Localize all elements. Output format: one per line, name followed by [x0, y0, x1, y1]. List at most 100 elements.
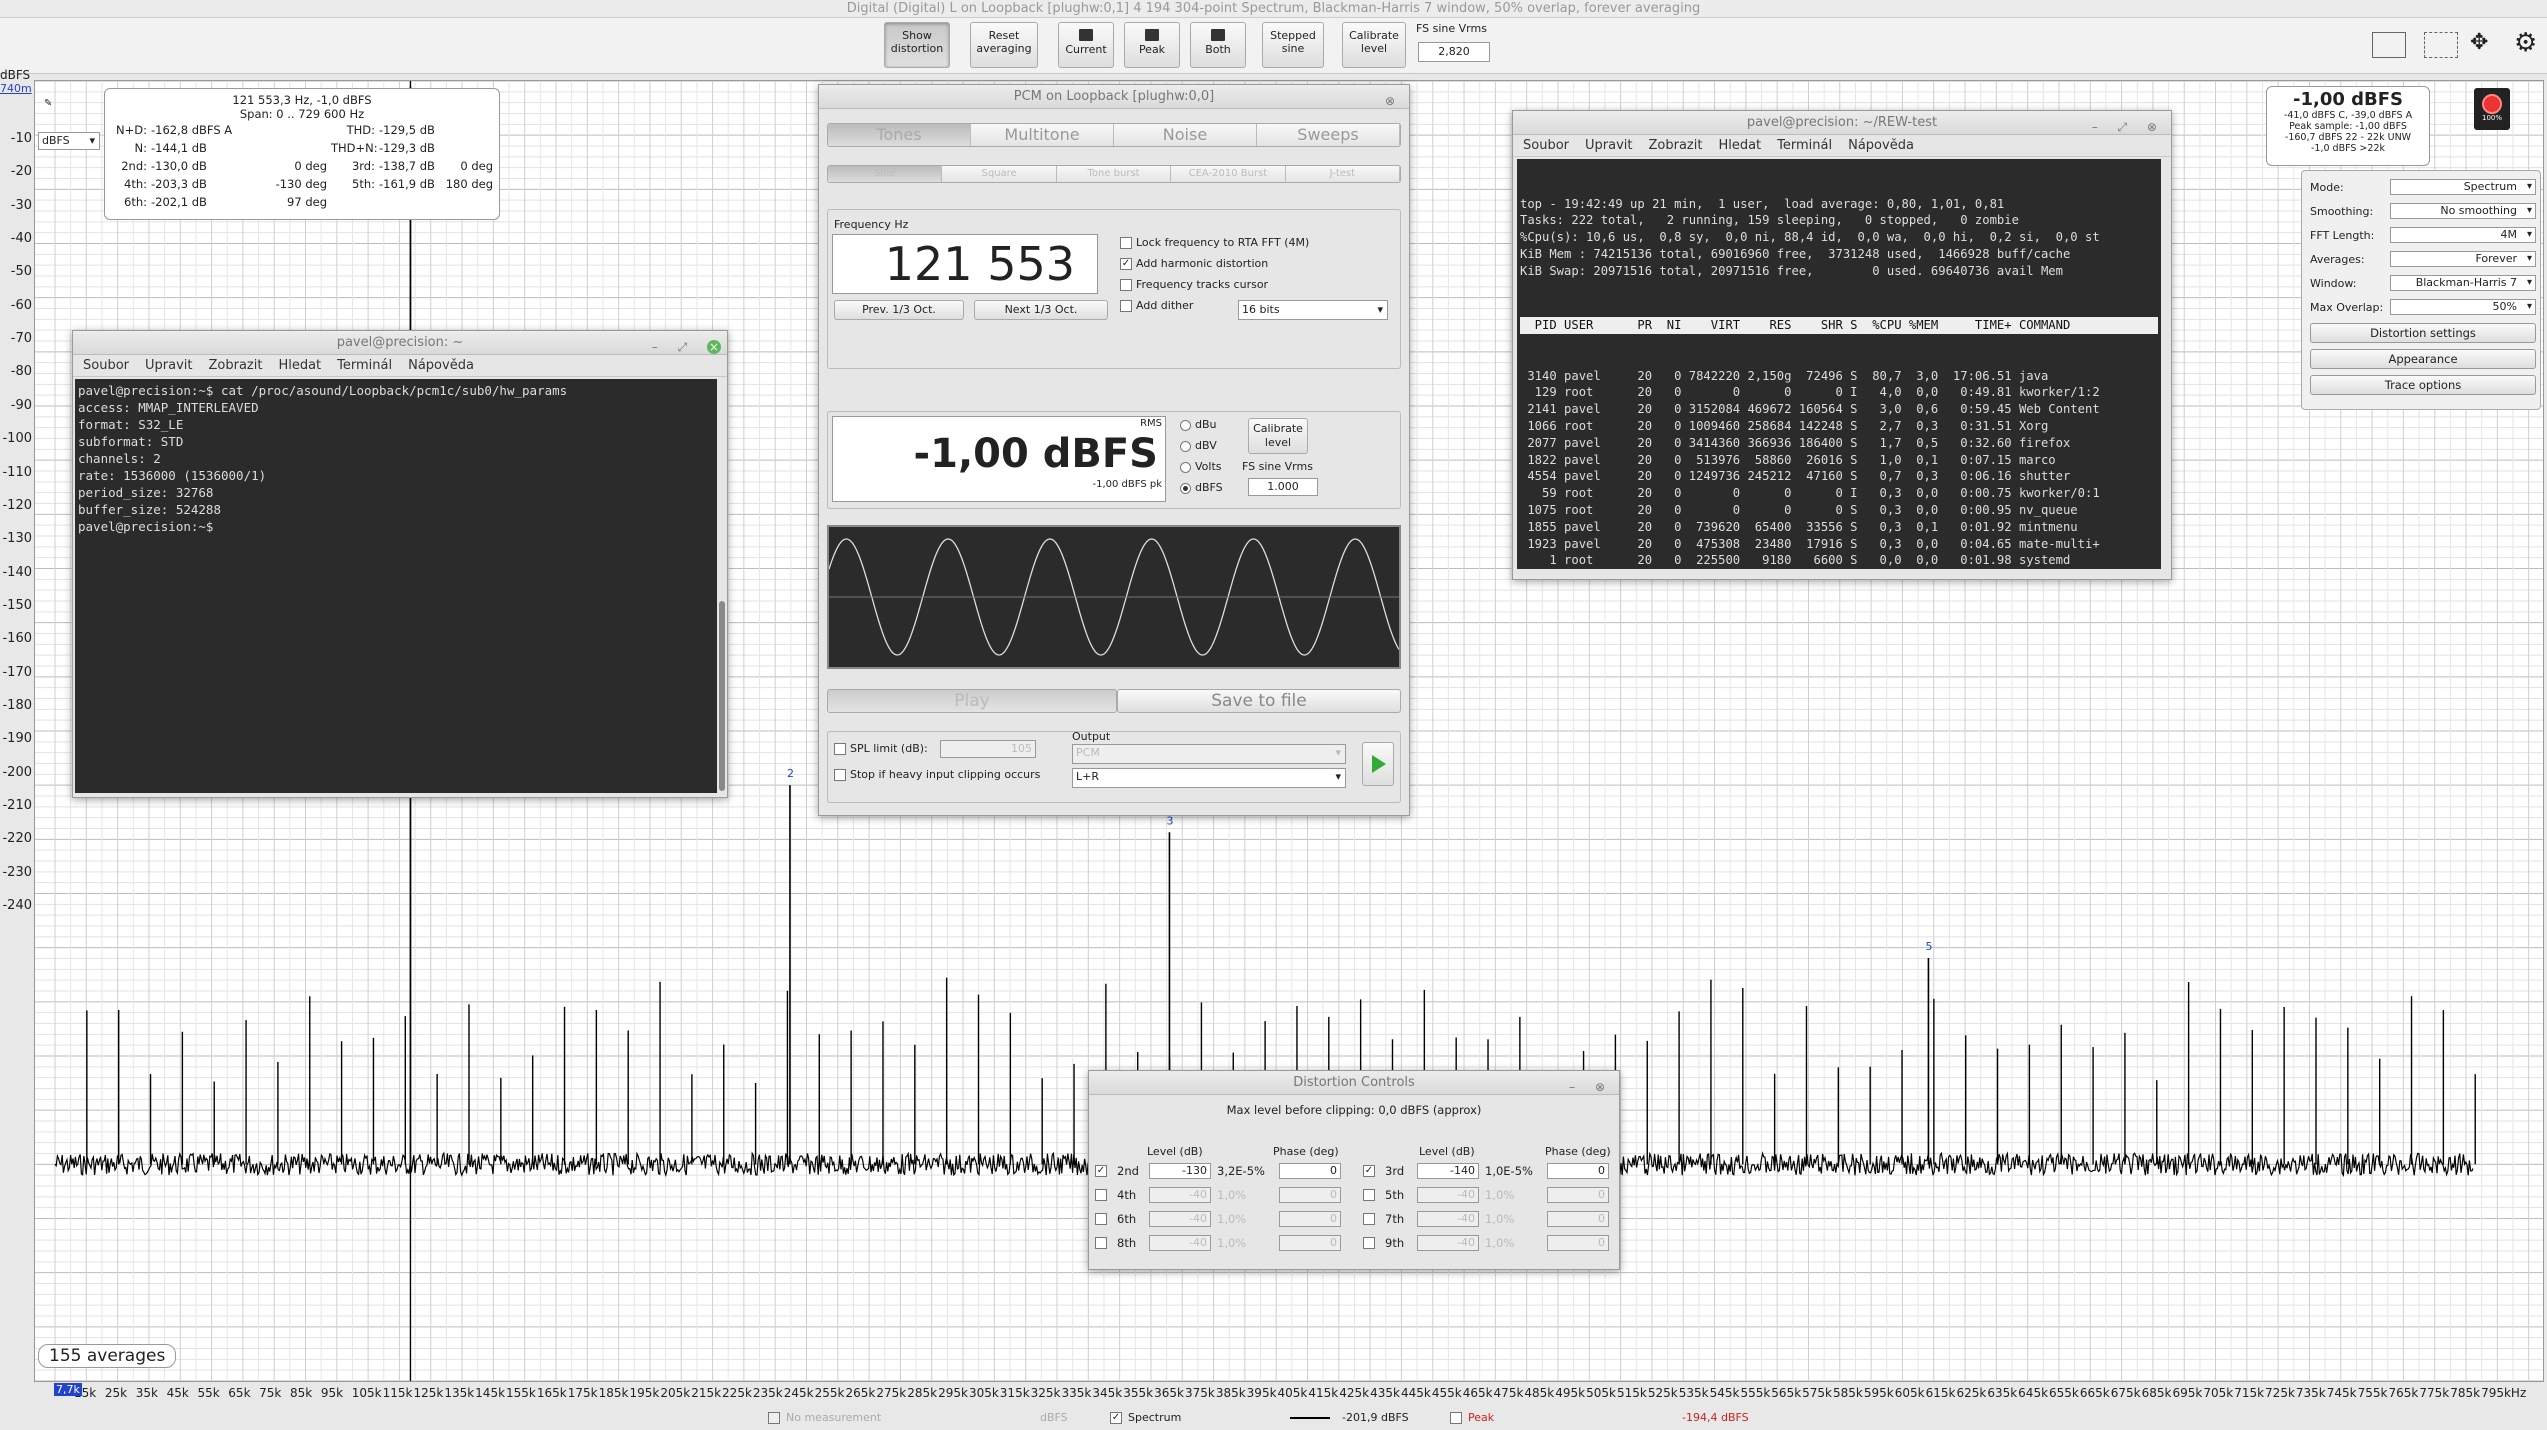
- menu-item[interactable]: Nápověda: [408, 358, 474, 373]
- window-controls[interactable]: – ⊗: [1569, 1075, 1613, 1099]
- harmonic-level-input[interactable]: -40: [1417, 1235, 1479, 1251]
- radio-icon[interactable]: [1180, 440, 1191, 452]
- calibrate-level-button[interactable]: Calibrate level: [1342, 22, 1406, 68]
- distortion-controls-window[interactable]: Distortion Controls – ⊗ Max level before…: [1088, 1070, 1620, 1270]
- level-input[interactable]: RMS -1,00 dBFS -1,00 dBFS pk: [832, 416, 1166, 502]
- terminal-window-1[interactable]: pavel@precision: ~ – ⤢ × Soubor Upravit Zo…: [72, 330, 728, 798]
- signal-subtab[interactable]: Tone burst: [1056, 166, 1172, 182]
- show-distortion-button[interactable]: Show distortion: [884, 22, 950, 68]
- menu-item[interactable]: Soubor: [83, 358, 129, 373]
- spl-limit-input[interactable]: 105: [940, 740, 1036, 758]
- reset-averaging-button[interactable]: Reset averaging: [970, 22, 1038, 68]
- unit-dropdown[interactable]: dBFS ▾: [38, 132, 100, 150]
- harmonic-level-input[interactable]: -40: [1149, 1235, 1211, 1251]
- spl-limit-checkbox[interactable]: [834, 743, 846, 755]
- menu-item[interactable]: Hledat: [278, 358, 321, 373]
- harmonic-phase-input[interactable]: 0: [1547, 1163, 1609, 1179]
- peak-button[interactable]: Peak: [1124, 22, 1180, 68]
- generator-titlebar[interactable]: PCM on Loopback [plughw:0,0] ⊗: [819, 85, 1409, 109]
- spl-limit-row[interactable]: SPL limit (dB):: [834, 742, 928, 755]
- harmonic-phase-input[interactable]: 0: [1279, 1235, 1341, 1251]
- harmonic-level-input[interactable]: -130: [1149, 1163, 1211, 1179]
- generator-tab[interactable]: Sweeps: [1257, 124, 1400, 146]
- harmonic-checkbox[interactable]: [1095, 1237, 1107, 1249]
- unit-radio[interactable]: dBV: [1180, 439, 1217, 452]
- y-top-tag[interactable]: 740m: [0, 82, 32, 95]
- radio-icon[interactable]: [1180, 482, 1191, 494]
- terminal-1-titlebar[interactable]: pavel@precision: ~ – ⤢ ×: [73, 331, 727, 355]
- harmonic-checkbox[interactable]: [1095, 1213, 1107, 1225]
- play-button[interactable]: Play: [827, 689, 1117, 713]
- harmonic-phase-input[interactable]: 0: [1279, 1187, 1341, 1203]
- move-icon[interactable]: ✥: [2470, 30, 2488, 55]
- generator-option[interactable]: Frequency tracks cursor: [1120, 278, 1268, 291]
- settings-button[interactable]: Trace options: [2310, 375, 2536, 395]
- channel-select[interactable]: L+R ▾: [1072, 768, 1346, 788]
- record-button[interactable]: 100%: [2474, 88, 2510, 130]
- option-checkbox[interactable]: [1120, 300, 1132, 312]
- harmonic-level-input[interactable]: -40: [1417, 1211, 1479, 1227]
- signal-subtab[interactable]: CEA-2010 Burst: [1171, 166, 1286, 182]
- close-icon[interactable]: ⊗: [1385, 89, 1403, 113]
- harmonic-checkbox[interactable]: [1363, 1189, 1375, 1201]
- peak-checkbox[interactable]: [1450, 1412, 1462, 1424]
- menu-item[interactable]: Soubor: [1523, 138, 1569, 153]
- prev-third-octave-button[interactable]: Prev. 1/3 Oct.: [834, 300, 964, 320]
- distortion-titlebar[interactable]: Distortion Controls – ⊗: [1089, 1071, 1619, 1095]
- menu-item[interactable]: Upravit: [1585, 138, 1632, 153]
- scrollbar[interactable]: [719, 601, 725, 791]
- setting-dropdown[interactable]: Blackman-Harris 7: [2390, 275, 2536, 291]
- menu-item[interactable]: Nápověda: [1848, 138, 1914, 153]
- radio-icon[interactable]: [1180, 419, 1191, 431]
- unit-radio[interactable]: dBFS: [1180, 481, 1223, 494]
- window-controls[interactable]: – ⤢ ×: [652, 335, 721, 359]
- x-first-tag[interactable]: 7,7k: [54, 1383, 82, 1396]
- option-checkbox[interactable]: ✓: [1120, 258, 1132, 270]
- harmonic-phase-input[interactable]: 0: [1547, 1187, 1609, 1203]
- harmonic-checkbox[interactable]: ✓: [1095, 1165, 1107, 1177]
- radio-icon[interactable]: [1180, 461, 1191, 473]
- settings-button[interactable]: Distortion settings: [2310, 323, 2536, 343]
- columns-icon[interactable]: [2424, 32, 2458, 58]
- menu-item[interactable]: Zobrazit: [208, 358, 262, 373]
- harmonic-phase-input[interactable]: 0: [1279, 1211, 1341, 1227]
- generator-window[interactable]: PCM on Loopback [plughw:0,0] ⊗ Tones Mult…: [818, 84, 1410, 816]
- harmonic-level-input[interactable]: -40: [1149, 1187, 1211, 1203]
- setting-dropdown[interactable]: No smoothing: [2390, 203, 2536, 219]
- menu-item[interactable]: Terminál: [1777, 138, 1832, 153]
- frequency-input[interactable]: 121 553: [832, 234, 1098, 294]
- terminal-2-body[interactable]: top - 19:42:49 up 21 min, 1 user, load a…: [1517, 159, 2161, 569]
- harmonic-phase-input[interactable]: 0: [1547, 1235, 1609, 1251]
- zoom-handle-icon[interactable]: ✎: [44, 98, 52, 109]
- harmonic-level-input[interactable]: -40: [1417, 1187, 1479, 1203]
- unit-radio[interactable]: dBu: [1180, 418, 1217, 431]
- no-measurement-checkbox[interactable]: [768, 1412, 780, 1424]
- menu-item[interactable]: Hledat: [1718, 138, 1761, 153]
- gear-icon[interactable]: ⚙: [2514, 28, 2537, 58]
- harmonic-level-input[interactable]: -40: [1149, 1211, 1211, 1227]
- current-button[interactable]: Current: [1058, 22, 1114, 68]
- calibrate-level-button[interactable]: Calibrate level: [1248, 418, 1308, 454]
- harmonic-checkbox[interactable]: [1095, 1189, 1107, 1201]
- layout-icon[interactable]: [2372, 32, 2406, 58]
- fs-input[interactable]: 1.000: [1248, 478, 1318, 496]
- signal-subtab[interactable]: J-test: [1285, 166, 1400, 182]
- menu-item[interactable]: Terminál: [337, 358, 392, 373]
- both-button[interactable]: Both: [1190, 22, 1246, 68]
- setting-dropdown[interactable]: Forever: [2390, 251, 2536, 267]
- option-checkbox[interactable]: [1120, 237, 1132, 249]
- save-to-file-button[interactable]: Save to file: [1117, 689, 1401, 713]
- window-controls[interactable]: – ⤢ ⊗: [2092, 115, 2165, 139]
- harmonic-level-input[interactable]: -140: [1417, 1163, 1479, 1179]
- output-device-select[interactable]: PCM ▾: [1072, 744, 1346, 764]
- generator-option[interactable]: Add dither: [1120, 299, 1193, 312]
- unit-radio[interactable]: Volts: [1180, 460, 1222, 473]
- generator-option[interactable]: ✓ Add harmonic distortion: [1120, 257, 1268, 270]
- terminal-window-2[interactable]: pavel@precision: ~/REW-test – ⤢ ⊗ Soubor…: [1512, 110, 2172, 580]
- generator-tab[interactable]: Tones: [828, 124, 971, 146]
- generator-option[interactable]: Lock frequency to RTA FFT (4M): [1120, 236, 1309, 249]
- spectrum-checkbox[interactable]: ✓: [1110, 1412, 1122, 1424]
- harmonic-phase-input[interactable]: 0: [1547, 1211, 1609, 1227]
- next-third-octave-button[interactable]: Next 1/3 Oct.: [974, 300, 1108, 320]
- setting-dropdown[interactable]: 50%: [2390, 299, 2536, 315]
